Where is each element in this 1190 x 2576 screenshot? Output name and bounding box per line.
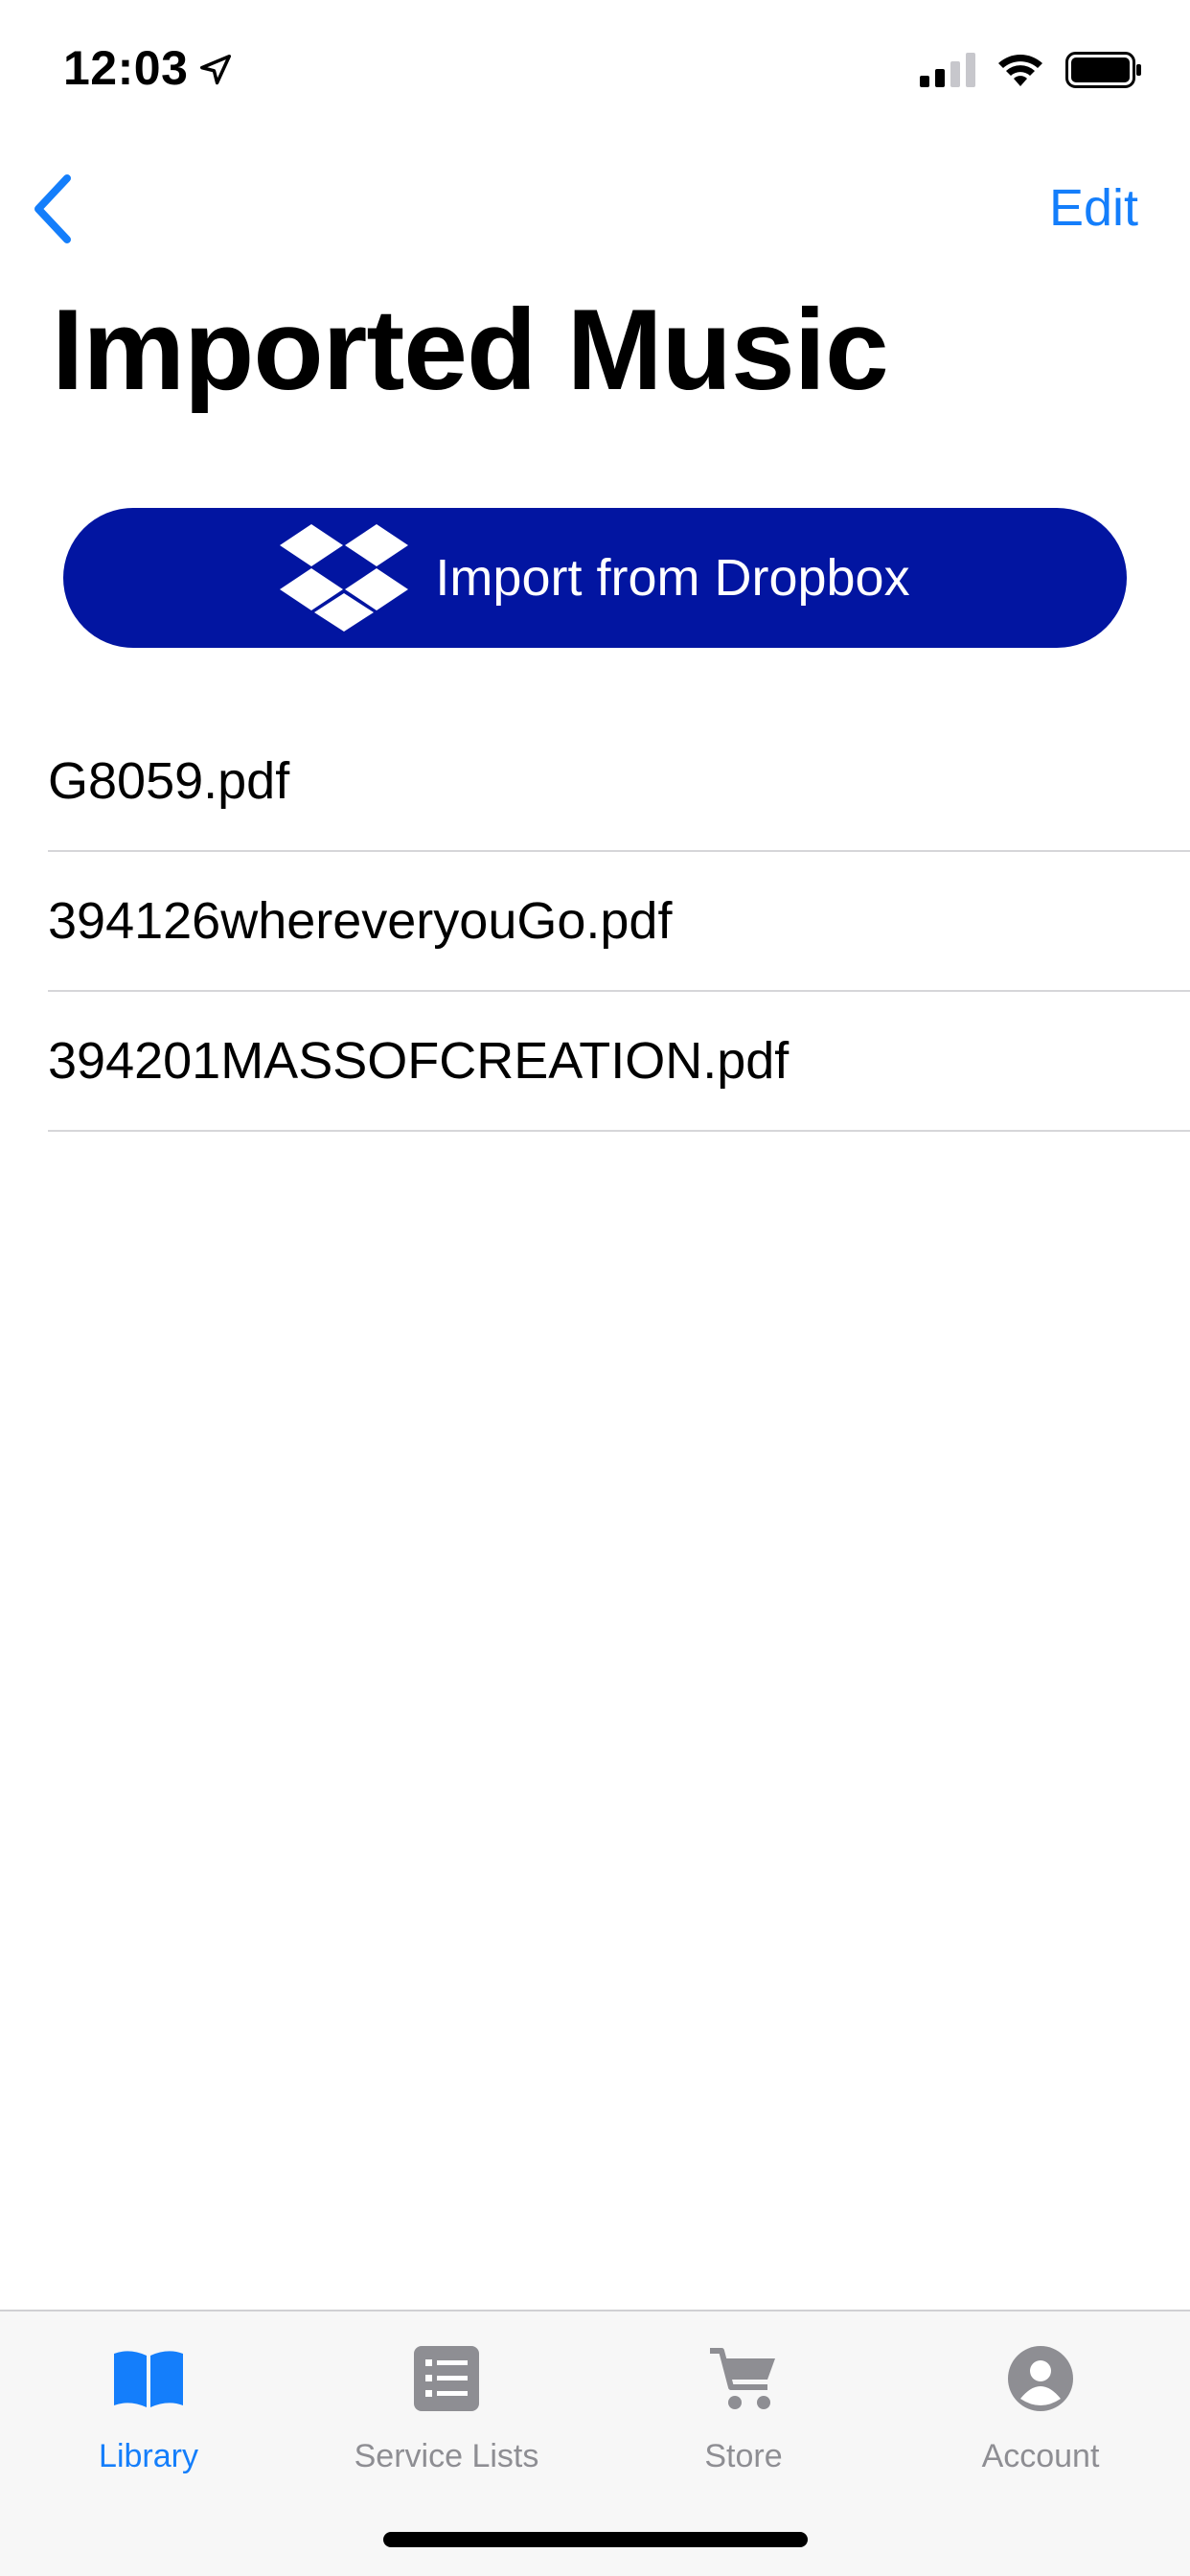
- home-indicator[interactable]: [383, 2532, 808, 2547]
- file-name: 394201MASSOFCREATION.pdf: [48, 1032, 790, 1090]
- account-icon: [1008, 2346, 1073, 2411]
- status-bar: 12:03: [0, 0, 1190, 144]
- tab-label: Account: [981, 2438, 1100, 2474]
- location-arrow-icon: [200, 55, 232, 85]
- tab-service-lists[interactable]: Service Lists: [298, 2340, 595, 2503]
- status-time: 12:03: [63, 41, 189, 95]
- file-name: G8059.pdf: [48, 752, 290, 810]
- cellular-signal-icon: [920, 53, 975, 87]
- edit-button[interactable]: Edit: [1049, 178, 1138, 238]
- tab-label: Store: [704, 2438, 783, 2474]
- tab-label: Library: [99, 2438, 198, 2474]
- list-item[interactable]: 394126whereveryouGo.pdf: [48, 852, 1190, 992]
- list-icon: [414, 2346, 479, 2411]
- list-item[interactable]: G8059.pdf: [48, 712, 1190, 852]
- status-time-group: 12:03: [63, 40, 234, 96]
- import-dropbox-label: Import from Dropbox: [435, 549, 910, 607]
- screen: 12:03 Edit Imported Music Import from Dr…: [0, 0, 1190, 2576]
- list-item[interactable]: 394201MASSOFCREATION.pdf: [48, 992, 1190, 1132]
- book-icon: [114, 2351, 183, 2407]
- cart-icon: [710, 2348, 775, 2409]
- file-list: G8059.pdf 394126whereveryouGo.pdf 394201…: [0, 712, 1190, 1132]
- wifi-icon: [998, 55, 1042, 86]
- dropbox-icon: [280, 524, 409, 632]
- tab-label: Service Lists: [354, 2438, 539, 2474]
- tab-account[interactable]: Account: [892, 2340, 1189, 2503]
- status-icons: [920, 52, 1142, 88]
- tab-store[interactable]: Store: [595, 2340, 892, 2503]
- tab-library[interactable]: Library: [0, 2340, 297, 2503]
- chevron-left-icon: [34, 174, 71, 243]
- page-title: Imported Music: [52, 286, 889, 414]
- battery-icon: [1065, 52, 1141, 88]
- back-button[interactable]: [23, 171, 80, 247]
- import-dropbox-button[interactable]: Import from Dropbox: [63, 508, 1127, 648]
- file-name: 394126whereveryouGo.pdf: [48, 892, 673, 950]
